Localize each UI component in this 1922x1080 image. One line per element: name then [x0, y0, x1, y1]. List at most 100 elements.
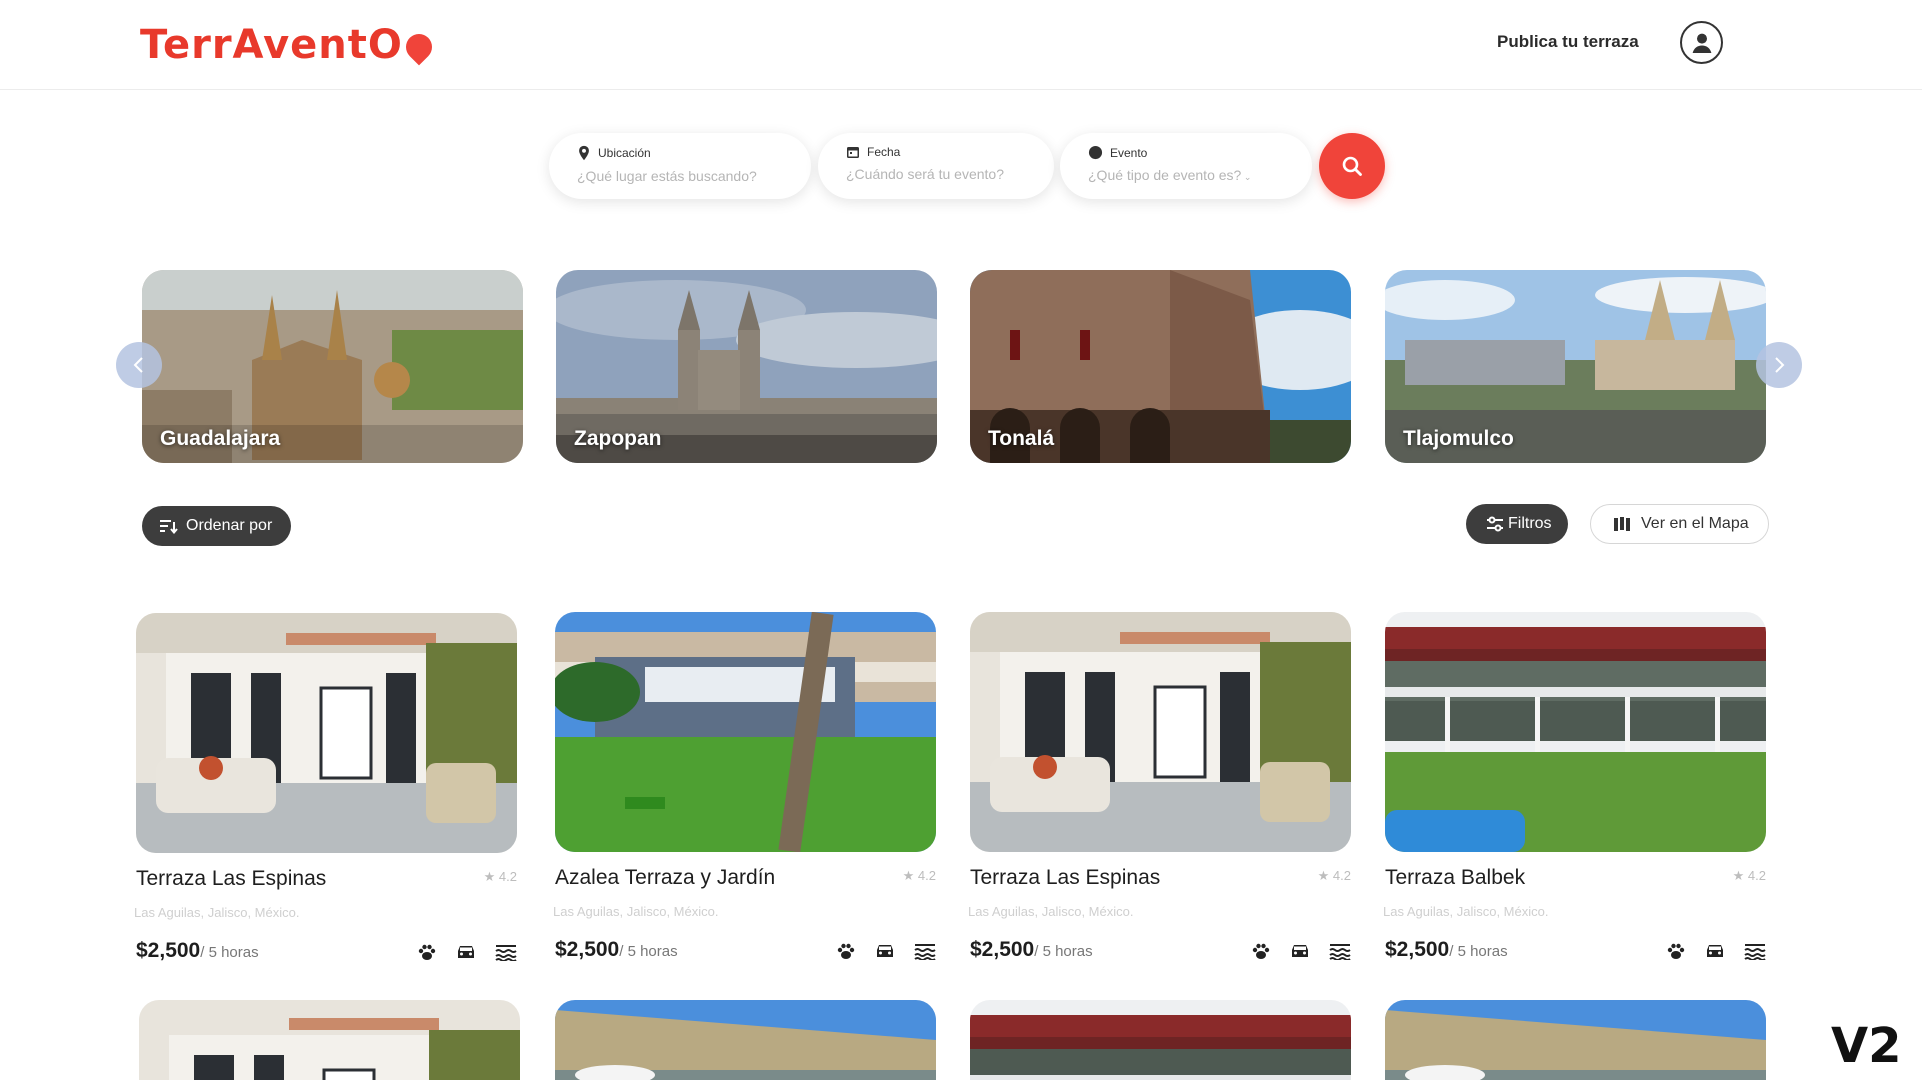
price-unit: / 5 horas	[1034, 943, 1093, 960]
price-value: $2,500	[555, 938, 620, 961]
chevron-down-icon: ⌄	[1241, 172, 1252, 182]
pool-icon	[1744, 944, 1766, 960]
listing-location: Las Aguilas, Jalisco, México.	[968, 904, 1134, 919]
event-icon	[1088, 145, 1103, 160]
price-unit: / 5 horas	[619, 943, 678, 960]
location-field[interactable]: Ubicación ¿Qué lugar estás buscando?	[549, 133, 811, 199]
listing-card[interactable]: Azalea Terraza y Jardín ★ 4.2 Las Aguila…	[553, 612, 936, 961]
rating-value: 4.2	[1747, 868, 1766, 883]
search-icon	[1342, 156, 1362, 176]
listing-photo	[555, 612, 936, 852]
user-menu-button[interactable]	[1680, 21, 1723, 64]
star-icon: ★	[902, 868, 918, 883]
user-icon	[1692, 33, 1711, 53]
city-card-tonala[interactable]: Tonalá	[970, 270, 1351, 463]
view-map-button[interactable]: Ver en el Mapa	[1590, 504, 1769, 544]
brand-logo[interactable]: TerrAventO	[140, 22, 438, 68]
rating-value: 4.2	[1332, 868, 1351, 883]
listing-location: Las Aguilas, Jalisco, México.	[134, 905, 300, 920]
listing-title[interactable]: Terraza Balbek	[1385, 866, 1525, 890]
listing-rating: ★ 4.2	[484, 869, 517, 885]
paw-icon	[418, 944, 436, 960]
listing-card-partial[interactable]	[139, 1000, 520, 1080]
logo-pin-mark	[400, 28, 438, 66]
city-card-zapopan[interactable]: Zapopan	[556, 270, 937, 463]
listing-photo	[136, 613, 517, 853]
city-name: Zapopan	[574, 427, 662, 450]
paw-icon	[837, 943, 855, 959]
map-icon	[1614, 517, 1630, 531]
rating-value: 4.2	[917, 868, 936, 883]
price-unit: / 5 horas	[200, 944, 259, 961]
listing-card-partial[interactable]	[970, 1000, 1351, 1080]
listing-title[interactable]: Azalea Terraza y Jardín	[555, 866, 775, 890]
amenities	[1666, 942, 1766, 960]
star-icon: ★	[483, 869, 499, 884]
amenities	[417, 943, 517, 961]
publish-terrace-link[interactable]: Publica tu terraza	[1497, 32, 1639, 52]
price-unit: / 5 horas	[1449, 943, 1508, 960]
view-map-label: Ver en el Mapa	[1641, 515, 1749, 532]
listing-location: Las Aguilas, Jalisco, México.	[553, 904, 719, 919]
listing-rating: ★ 4.2	[1318, 868, 1351, 884]
listing-card-partial[interactable]	[1385, 1000, 1766, 1080]
paw-icon	[1667, 943, 1685, 959]
listing-photo	[1385, 612, 1766, 852]
listing-location: Las Aguilas, Jalisco, México.	[1383, 904, 1549, 919]
chevron-right-icon	[1775, 357, 1785, 373]
event-label: Evento	[1110, 145, 1148, 160]
price-value: $2,500	[970, 938, 1035, 961]
listing-photo	[970, 1000, 1351, 1080]
pool-icon	[914, 944, 936, 960]
pin-icon	[579, 145, 589, 161]
sort-label: Ordenar por	[186, 517, 273, 534]
calendar-icon	[847, 147, 859, 158]
listing-photo	[970, 612, 1351, 852]
carousel-prev-button[interactable]	[116, 342, 162, 388]
listing-card[interactable]: Terraza Balbek ★ 4.2 Las Aguilas, Jalisc…	[1383, 612, 1766, 961]
top-header: TerrAventO Publica tu terraza	[0, 0, 1922, 90]
version-label: V2	[1831, 1018, 1902, 1074]
listing-card-partial[interactable]	[555, 1000, 936, 1080]
listing-rating: ★ 4.2	[1733, 868, 1766, 884]
price-value: $2,500	[1385, 938, 1450, 961]
filters-button[interactable]: Filtros	[1466, 504, 1568, 544]
city-name: Guadalajara	[160, 427, 281, 450]
location-label: Ubicación	[598, 146, 651, 160]
listing-price: $2,500/ 5 horas	[1385, 938, 1508, 962]
listing-title[interactable]: Terraza Las Espinas	[970, 866, 1160, 890]
listing-price: $2,500/ 5 horas	[555, 938, 678, 962]
car-icon	[458, 946, 474, 958]
star-icon: ★	[1732, 868, 1748, 883]
listing-card[interactable]: Terraza Las Espinas ★ 4.2 Las Aguilas, J…	[968, 612, 1351, 961]
date-field[interactable]: Fecha ¿Cuándo será tu evento?	[818, 133, 1054, 199]
listing-price: $2,500/ 5 horas	[136, 939, 259, 963]
pool-icon	[495, 945, 517, 961]
date-placeholder: ¿Cuándo será tu evento?	[846, 166, 1004, 182]
city-name: Tonalá	[988, 427, 1055, 450]
sliders-icon	[1487, 516, 1503, 532]
listing-photo	[139, 1000, 520, 1080]
city-card-guadalajara[interactable]: Guadalajara	[142, 270, 523, 463]
paw-icon	[1252, 943, 1270, 959]
location-placeholder: ¿Qué lugar estás buscando?	[577, 168, 757, 184]
filters-label: Filtros	[1508, 515, 1552, 532]
search-button[interactable]	[1319, 133, 1385, 199]
amenities	[1251, 942, 1351, 960]
listing-title[interactable]: Terraza Las Espinas	[136, 867, 326, 891]
price-value: $2,500	[136, 939, 201, 962]
city-card-tlajomulco[interactable]: Tlajomulco	[1385, 270, 1766, 463]
listing-card[interactable]: Terraza Las Espinas ★ 4.2 Las Aguilas, J…	[134, 613, 517, 962]
sort-icon	[160, 520, 178, 534]
carousel-next-button[interactable]	[1756, 342, 1802, 388]
city-name: Tlajomulco	[1403, 427, 1514, 450]
pool-icon	[1329, 944, 1351, 960]
sort-button[interactable]: Ordenar por	[142, 506, 291, 546]
car-icon	[1292, 945, 1308, 957]
car-icon	[1707, 945, 1723, 957]
star-icon: ★	[1317, 868, 1333, 883]
chevron-left-icon	[133, 357, 143, 373]
event-placeholder-text: ¿Qué tipo de evento es?	[1088, 167, 1242, 183]
listing-rating: ★ 4.2	[903, 868, 936, 884]
event-field[interactable]: Evento ¿Qué tipo de evento es? ⌄	[1060, 133, 1312, 199]
